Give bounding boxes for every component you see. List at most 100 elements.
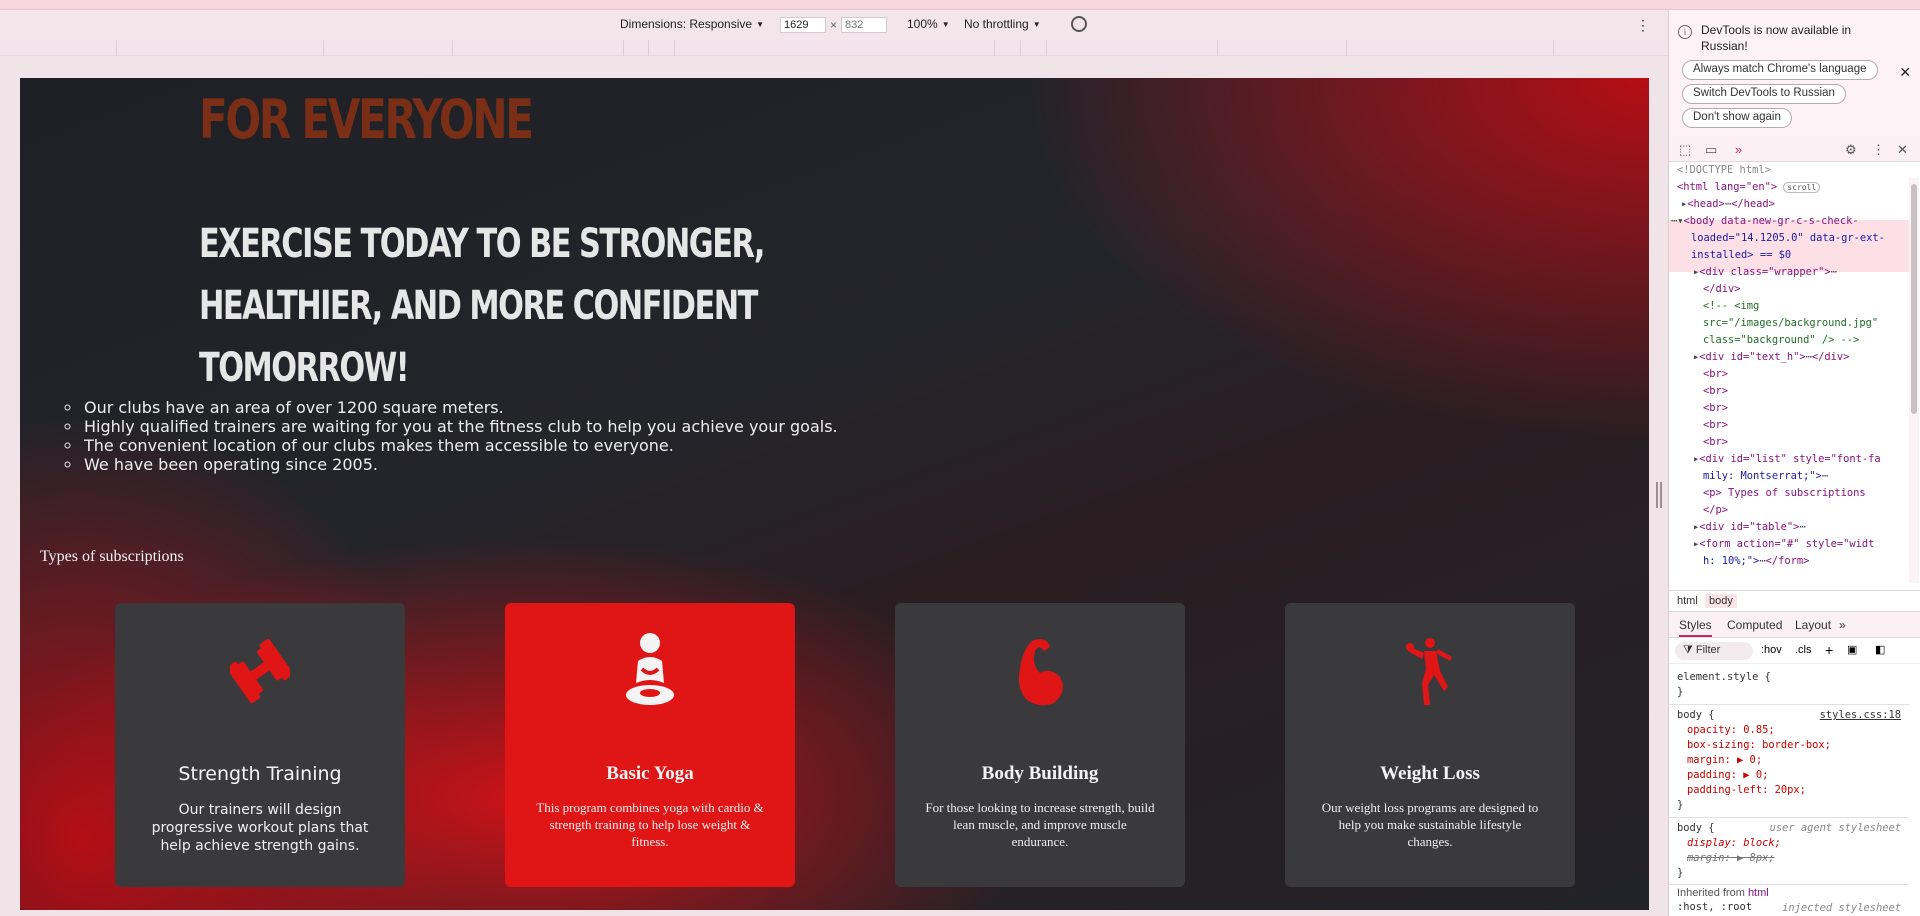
zoom-dropdown[interactable]: 100% ▼ bbox=[907, 17, 950, 31]
css-property[interactable]: margin: ▶ 0; bbox=[1687, 753, 1762, 769]
ruler-tick bbox=[323, 40, 324, 56]
style-rule-close: } bbox=[1677, 799, 1684, 811]
style-rule-selector: element.style { bbox=[1677, 671, 1771, 683]
scrollbar-thumb[interactable] bbox=[1911, 184, 1917, 414]
chevron-down-icon: ▼ bbox=[941, 19, 950, 29]
gear-icon[interactable]: ⚙ bbox=[1845, 142, 1857, 158]
notice-line: DevTools is now available in bbox=[1701, 23, 1852, 37]
width-input[interactable] bbox=[780, 17, 826, 33]
css-property: display: block; bbox=[1687, 837, 1781, 849]
style-rule-close: } bbox=[1677, 867, 1684, 879]
dom-node: h: 10%;">⋯</form> bbox=[1703, 555, 1810, 567]
stylesheet-link[interactable]: styles.css:18 bbox=[1820, 708, 1901, 724]
throttling-dropdown[interactable]: No throttling ▼ bbox=[964, 17, 1041, 31]
crumb-html[interactable]: html bbox=[1673, 594, 1702, 608]
dom-node[interactable]: <!DOCTYPE html> bbox=[1677, 162, 1771, 179]
add-rule-icon[interactable]: + bbox=[1825, 642, 1833, 658]
ruler-tick bbox=[674, 40, 675, 56]
hero-line: HEALTHIER, AND MORE CONFIDENT bbox=[199, 283, 758, 329]
elements-tree: <!DOCTYPE html> <html lang="en"> scroll … bbox=[1669, 162, 1909, 590]
css-property[interactable]: padding-left: 20px; bbox=[1687, 783, 1806, 799]
dom-node[interactable]: ▸<div id="list" style="font-fa bbox=[1693, 451, 1881, 468]
dom-comment: src="/images/background.jpg" bbox=[1703, 317, 1879, 329]
css-property-overridden: margin: ▶ 8px; bbox=[1687, 852, 1775, 864]
style-rule-selector: body { bbox=[1677, 709, 1715, 721]
dom-node[interactable]: <html lang="en"> scroll bbox=[1677, 179, 1821, 196]
ruler-tick bbox=[1553, 40, 1554, 56]
filter-icon: ⧩ bbox=[1683, 644, 1693, 656]
crumb-body[interactable]: body bbox=[1705, 594, 1737, 608]
subscription-card-yoga[interactable]: Basic Yoga This program combines yoga wi… bbox=[505, 603, 795, 887]
close-icon[interactable]: ✕ bbox=[1897, 142, 1908, 158]
css-property[interactable]: opacity: 0.85; bbox=[1687, 723, 1775, 739]
styles-filter-row: ⧩ Filter :hov .cls + ▣ ◧ bbox=[1669, 638, 1920, 664]
dont-show-again-button[interactable]: Don't show again bbox=[1682, 108, 1792, 128]
dom-node[interactable]: <br> bbox=[1703, 434, 1728, 451]
card-description: Our weight loss programs are designed to… bbox=[1321, 800, 1539, 849]
dom-comment: <!-- <img bbox=[1703, 300, 1760, 312]
cls-toggle[interactable]: .cls bbox=[1795, 644, 1812, 656]
card-title: Basic Yoga bbox=[606, 763, 694, 784]
dom-node-head[interactable]: ▸<head>⋯</head> bbox=[1681, 196, 1775, 213]
chevron-down-icon: ▼ bbox=[756, 19, 764, 29]
rotate-icon bbox=[1071, 16, 1087, 32]
subscription-card-weightloss[interactable]: Weight Loss Our weight loss programs are… bbox=[1285, 603, 1575, 887]
sidebar-toggle-icon[interactable]: ◧ bbox=[1875, 643, 1885, 656]
rule-divider bbox=[1669, 884, 1909, 885]
switch-language-button[interactable]: Switch DevTools to Russian bbox=[1682, 84, 1846, 104]
dom-node[interactable]: <br> bbox=[1703, 400, 1728, 417]
dom-node: </p> bbox=[1703, 504, 1729, 516]
zoom-label: 100% bbox=[907, 17, 938, 31]
height-input[interactable] bbox=[841, 17, 888, 33]
inspect-element-icon[interactable]: ⬚ bbox=[1679, 142, 1691, 158]
subscription-card-strength[interactable]: Strength Training Our trainers will desi… bbox=[115, 603, 405, 887]
dimensions-label: Dimensions: Responsive bbox=[620, 17, 753, 31]
tab-styles[interactable]: Styles bbox=[1679, 618, 1712, 637]
dom-node-body: loaded="14.1205.0" data-gr-ext- bbox=[1691, 232, 1885, 244]
device-toolbar: Dimensions: Responsive ▼ × 100% ▼ No thr… bbox=[0, 10, 1668, 40]
elements-scrollbar[interactable] bbox=[1909, 178, 1919, 583]
tab-layout[interactable]: Layout bbox=[1795, 618, 1831, 632]
styles-tabs: Styles Computed Layout » bbox=[1669, 612, 1920, 638]
more-tabs-icon[interactable]: » bbox=[1735, 142, 1742, 157]
close-icon[interactable]: ✕ bbox=[1899, 64, 1911, 81]
dom-node: </div> bbox=[1703, 283, 1741, 295]
notice-text: DevTools is now available in Russian! bbox=[1701, 22, 1891, 54]
dom-node-body: installed> == $0 bbox=[1691, 249, 1792, 261]
throttling-label: No throttling bbox=[964, 17, 1029, 31]
more-options-icon[interactable]: ⋮ bbox=[1872, 142, 1885, 158]
injected-stylesheet-label: injected stylesheet bbox=[1782, 902, 1901, 914]
dom-node[interactable]: <br> bbox=[1703, 383, 1728, 400]
match-language-button[interactable]: Always match Chrome's language bbox=[1682, 60, 1878, 80]
dom-node[interactable]: <p> Types of subscriptions bbox=[1703, 485, 1866, 502]
paint-icon[interactable]: ▣ bbox=[1847, 643, 1857, 656]
list-item: Our clubs have an area of over 1200 squa… bbox=[82, 398, 838, 417]
dom-node[interactable]: ▸<div id="table">⋯ bbox=[1693, 519, 1806, 536]
resize-handle[interactable] bbox=[1656, 482, 1662, 508]
dom-node-body[interactable]: ⋯▾<body data-new-gr-c-s-check- bbox=[1671, 213, 1859, 230]
card-title: Weight Loss bbox=[1380, 763, 1480, 784]
filter-input[interactable]: ⧩ Filter bbox=[1675, 642, 1753, 660]
more-tabs-icon[interactable]: » bbox=[1839, 618, 1846, 632]
dom-node[interactable]: ▸<div class="wrapper">⋯ bbox=[1693, 264, 1837, 281]
subscription-card-bodybuilding[interactable]: Body Building For those looking to incre… bbox=[895, 603, 1185, 887]
css-property[interactable]: padding: ▶ 0; bbox=[1687, 768, 1768, 784]
dom-node[interactable]: <br> bbox=[1703, 366, 1728, 383]
ruler-tick bbox=[116, 40, 117, 56]
more-options-icon[interactable]: ⋮ bbox=[1636, 17, 1650, 34]
hov-toggle[interactable]: :hov bbox=[1761, 644, 1782, 656]
rotate-button[interactable] bbox=[1071, 16, 1087, 32]
running-figure-icon bbox=[1406, 638, 1452, 705]
dimensions-dropdown[interactable]: Dimensions: Responsive ▼ bbox=[620, 17, 764, 31]
subscriptions-title: Types of subscriptions bbox=[40, 548, 184, 565]
css-property[interactable]: box-sizing: border-box; bbox=[1687, 738, 1831, 754]
tab-computed[interactable]: Computed bbox=[1727, 618, 1782, 632]
dom-node[interactable]: ▸<form action="#" style="widt bbox=[1693, 536, 1874, 553]
device-toggle-icon[interactable]: ▭ bbox=[1705, 142, 1717, 158]
dom-node[interactable]: ▸<div id="text_h">⋯</div> bbox=[1693, 349, 1849, 366]
filter-placeholder: Filter bbox=[1695, 644, 1721, 656]
flexed-arm-icon bbox=[1018, 639, 1063, 706]
card-description: For those looking to increase strength, … bbox=[925, 800, 1155, 849]
ruler-tick bbox=[648, 40, 649, 56]
dom-node[interactable]: <br> bbox=[1703, 417, 1728, 434]
